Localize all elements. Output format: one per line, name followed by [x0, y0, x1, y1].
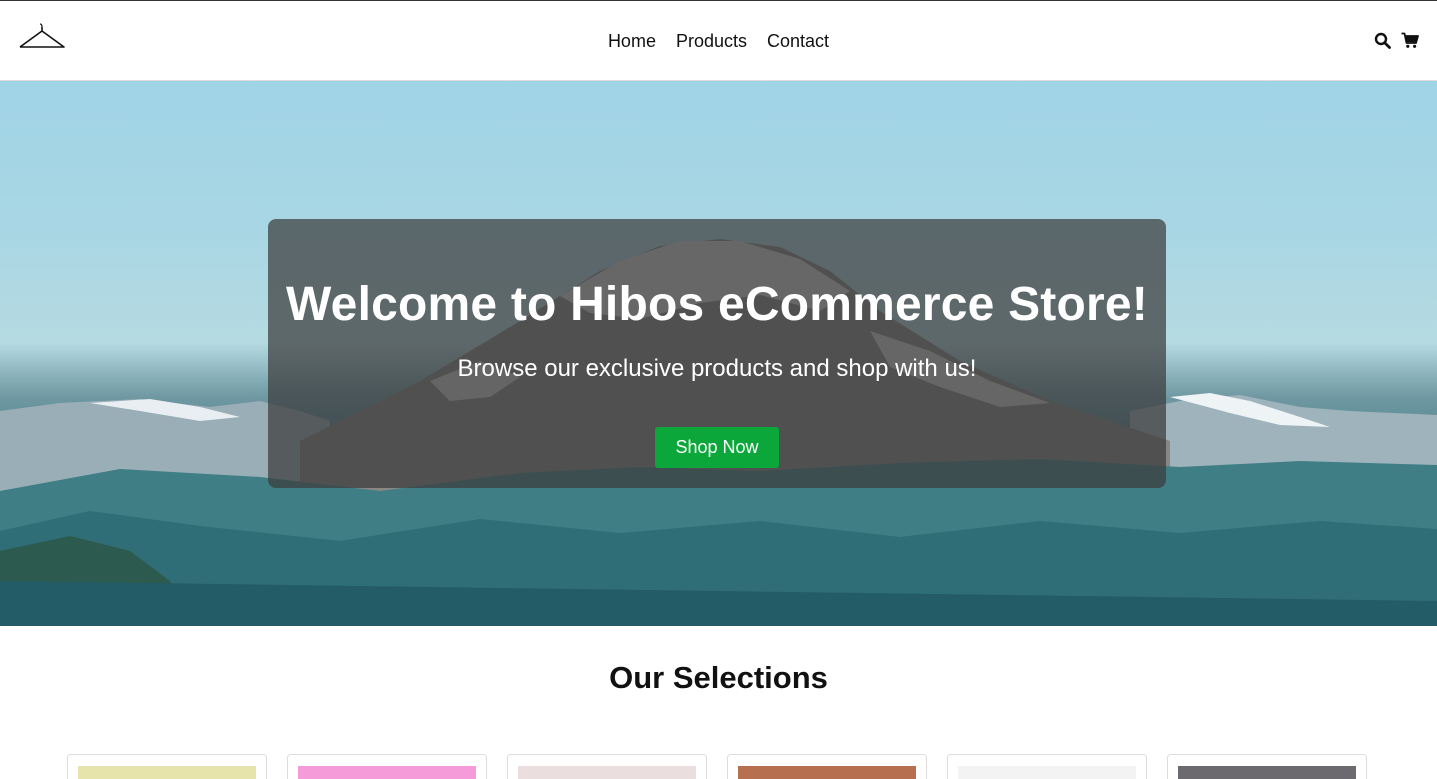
product-card[interactable]	[287, 754, 487, 779]
product-card[interactable]	[67, 754, 267, 779]
product-card[interactable]	[727, 754, 927, 779]
nav-products-link[interactable]: Products	[676, 31, 747, 52]
shop-now-button[interactable]: Shop Now	[655, 427, 779, 468]
product-image	[1178, 766, 1356, 779]
product-card[interactable]	[507, 754, 707, 779]
nav-contact-link[interactable]: Contact	[767, 31, 829, 52]
main-nav: Home Products Contact	[0, 1, 1437, 81]
product-card[interactable]	[1167, 754, 1367, 779]
product-card-list	[67, 754, 1367, 779]
product-image	[958, 766, 1136, 779]
hanger-icon[interactable]	[18, 23, 66, 51]
nav-home-link[interactable]: Home	[608, 31, 656, 52]
hero-title: Welcome to Hibos eCommerce Store!	[286, 278, 1148, 331]
product-image	[518, 766, 696, 779]
search-icon[interactable]	[1373, 31, 1391, 49]
product-image	[738, 766, 916, 779]
product-card[interactable]	[947, 754, 1147, 779]
section-title: Our Selections	[609, 660, 828, 695]
product-image	[78, 766, 256, 779]
hero-overlay: Welcome to Hibos eCommerce Store! Browse…	[268, 219, 1166, 488]
site-header: Home Products Contact	[0, 0, 1437, 81]
product-image	[298, 766, 476, 779]
hero-subtitle: Browse our exclusive products and shop w…	[457, 355, 977, 382]
cart-icon[interactable]	[1401, 31, 1419, 49]
header-actions	[1373, 31, 1419, 49]
hero-banner: Welcome to Hibos eCommerce Store! Browse…	[0, 81, 1437, 626]
